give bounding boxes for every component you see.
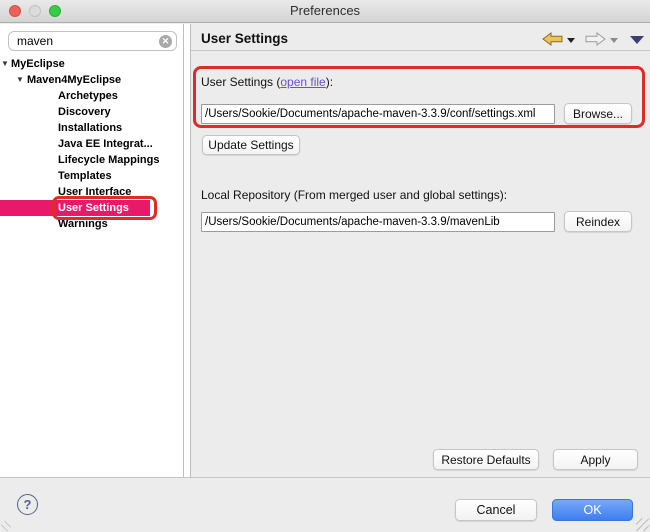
tree-item-java-ee-integration[interactable]: Java EE Integrat...	[0, 136, 183, 152]
title-bar[interactable]: Preferences	[0, 0, 650, 23]
label-text: User Settings (	[201, 75, 280, 89]
tree-item-label: Java EE Integrat...	[0, 138, 153, 150]
reindex-button[interactable]: Reindex	[564, 211, 632, 232]
tree-item-discovery[interactable]: Discovery	[0, 104, 183, 120]
help-button[interactable]: ?	[17, 494, 38, 515]
label-text: ):	[326, 75, 333, 89]
tree-item-label: Discovery	[0, 106, 111, 118]
tree-item-archetypes[interactable]: Archetypes	[0, 88, 183, 104]
tree-item-label: User Interface	[0, 186, 131, 198]
tree-item-label: Installations	[0, 122, 122, 134]
window-title: Preferences	[0, 0, 650, 22]
dialog-footer: ? Cancel OK	[0, 477, 650, 532]
close-button[interactable]	[9, 5, 21, 17]
resize-grip[interactable]	[636, 518, 649, 531]
disclosure-triangle-icon[interactable]: ▼	[16, 72, 24, 88]
preferences-window: Preferences ✕ ▼ MyEclipse ▼ Maven4MyEcli…	[0, 0, 650, 532]
tree-item-user-interface[interactable]: User Interface	[0, 184, 183, 200]
disclosure-triangle-icon[interactable]: ▼	[1, 56, 9, 72]
tree-item-label: Lifecycle Mappings	[0, 154, 159, 166]
user-settings-path-input[interactable]	[201, 104, 555, 124]
user-settings-label: User Settings (open file):	[201, 75, 333, 89]
minimize-button[interactable]	[29, 5, 41, 17]
tree-item-lifecycle-mappings[interactable]: Lifecycle Mappings	[0, 152, 183, 168]
update-settings-button[interactable]: Update Settings	[202, 135, 300, 155]
filter-search-input[interactable]	[8, 31, 177, 51]
search-clear-icon[interactable]: ✕	[159, 35, 172, 48]
cancel-button[interactable]: Cancel	[455, 499, 537, 521]
local-repository-label: Local Repository (From merged user and g…	[201, 188, 507, 202]
tree-item-templates[interactable]: Templates	[0, 168, 183, 184]
tree-scrollbar-track[interactable]	[183, 24, 191, 477]
apply-button[interactable]: Apply	[553, 449, 638, 470]
open-file-link[interactable]: open file	[280, 75, 325, 89]
local-repository-path-input[interactable]	[201, 212, 555, 232]
preferences-sidebar: ✕ ▼ MyEclipse ▼ Maven4MyEclipse Archetyp…	[0, 24, 183, 477]
tree-item-myeclipse[interactable]: ▼ MyEclipse	[0, 56, 183, 72]
tree-item-user-settings[interactable]: User Settings	[0, 200, 183, 216]
ok-button[interactable]: OK	[552, 499, 633, 521]
tree-item-warnings[interactable]: Warnings	[0, 216, 183, 232]
tree-item-label: User Settings	[0, 202, 129, 214]
tree-item-label: MyEclipse	[0, 58, 65, 70]
tree-item-label: Warnings	[0, 218, 108, 230]
zoom-button[interactable]	[49, 5, 61, 17]
tree-item-label: Templates	[0, 170, 112, 182]
preferences-tree: ▼ MyEclipse ▼ Maven4MyEclipse Archetypes…	[0, 56, 183, 232]
tree-item-maven4myeclipse[interactable]: ▼ Maven4MyEclipse	[0, 72, 183, 88]
resize-grip[interactable]	[1, 521, 11, 531]
tree-item-installations[interactable]: Installations	[0, 120, 183, 136]
restore-defaults-button[interactable]: Restore Defaults	[433, 449, 539, 470]
user-settings-page: User Settings User Settings (open file):…	[191, 24, 650, 477]
tree-item-label: Archetypes	[0, 90, 118, 102]
browse-button[interactable]: Browse...	[564, 103, 632, 124]
